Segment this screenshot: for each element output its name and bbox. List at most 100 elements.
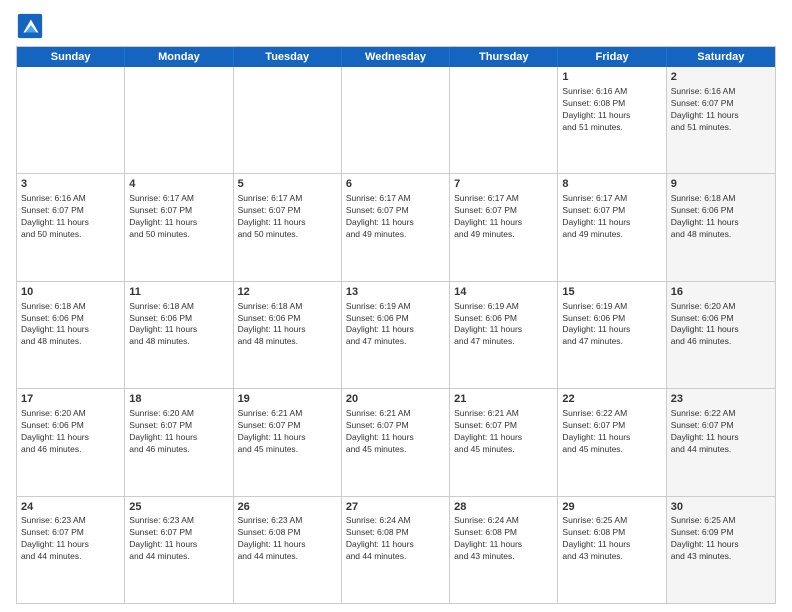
day-info: Sunrise: 6:16 AM Sunset: 6:08 PM Dayligh… bbox=[562, 86, 661, 134]
logo bbox=[16, 12, 48, 40]
calendar-row-2: 3Sunrise: 6:16 AM Sunset: 6:07 PM Daylig… bbox=[17, 173, 775, 280]
day-cell-9: 9Sunrise: 6:18 AM Sunset: 6:06 PM Daylig… bbox=[667, 174, 775, 280]
day-cell-30: 30Sunrise: 6:25 AM Sunset: 6:09 PM Dayli… bbox=[667, 497, 775, 603]
day-number: 1 bbox=[562, 70, 661, 85]
header bbox=[16, 12, 776, 40]
day-cell-3: 3Sunrise: 6:16 AM Sunset: 6:07 PM Daylig… bbox=[17, 174, 125, 280]
day-cell-16: 16Sunrise: 6:20 AM Sunset: 6:06 PM Dayli… bbox=[667, 282, 775, 388]
day-cell-empty-0-4 bbox=[450, 67, 558, 173]
calendar: SundayMondayTuesdayWednesdayThursdayFrid… bbox=[16, 46, 776, 604]
day-info: Sunrise: 6:18 AM Sunset: 6:06 PM Dayligh… bbox=[21, 301, 120, 349]
day-cell-11: 11Sunrise: 6:18 AM Sunset: 6:06 PM Dayli… bbox=[125, 282, 233, 388]
day-info: Sunrise: 6:25 AM Sunset: 6:08 PM Dayligh… bbox=[562, 515, 661, 563]
calendar-header: SundayMondayTuesdayWednesdayThursdayFrid… bbox=[17, 47, 775, 67]
day-number: 30 bbox=[671, 500, 771, 515]
day-info: Sunrise: 6:18 AM Sunset: 6:06 PM Dayligh… bbox=[238, 301, 337, 349]
day-number: 8 bbox=[562, 177, 661, 192]
day-cell-5: 5Sunrise: 6:17 AM Sunset: 6:07 PM Daylig… bbox=[234, 174, 342, 280]
calendar-row-5: 24Sunrise: 6:23 AM Sunset: 6:07 PM Dayli… bbox=[17, 496, 775, 603]
calendar-row-4: 17Sunrise: 6:20 AM Sunset: 6:06 PM Dayli… bbox=[17, 388, 775, 495]
day-info: Sunrise: 6:21 AM Sunset: 6:07 PM Dayligh… bbox=[454, 408, 553, 456]
day-info: Sunrise: 6:23 AM Sunset: 6:07 PM Dayligh… bbox=[21, 515, 120, 563]
day-info: Sunrise: 6:21 AM Sunset: 6:07 PM Dayligh… bbox=[346, 408, 445, 456]
weekday-header-monday: Monday bbox=[125, 47, 233, 67]
day-info: Sunrise: 6:17 AM Sunset: 6:07 PM Dayligh… bbox=[238, 193, 337, 241]
day-info: Sunrise: 6:22 AM Sunset: 6:07 PM Dayligh… bbox=[562, 408, 661, 456]
day-info: Sunrise: 6:18 AM Sunset: 6:06 PM Dayligh… bbox=[671, 193, 771, 241]
day-info: Sunrise: 6:20 AM Sunset: 6:06 PM Dayligh… bbox=[21, 408, 120, 456]
day-cell-15: 15Sunrise: 6:19 AM Sunset: 6:06 PM Dayli… bbox=[558, 282, 666, 388]
day-cell-1: 1Sunrise: 6:16 AM Sunset: 6:08 PM Daylig… bbox=[558, 67, 666, 173]
calendar-row-3: 10Sunrise: 6:18 AM Sunset: 6:06 PM Dayli… bbox=[17, 281, 775, 388]
day-info: Sunrise: 6:24 AM Sunset: 6:08 PM Dayligh… bbox=[346, 515, 445, 563]
calendar-row-1: 1Sunrise: 6:16 AM Sunset: 6:08 PM Daylig… bbox=[17, 67, 775, 173]
day-cell-23: 23Sunrise: 6:22 AM Sunset: 6:07 PM Dayli… bbox=[667, 389, 775, 495]
day-info: Sunrise: 6:16 AM Sunset: 6:07 PM Dayligh… bbox=[671, 86, 771, 134]
day-info: Sunrise: 6:22 AM Sunset: 6:07 PM Dayligh… bbox=[671, 408, 771, 456]
day-number: 17 bbox=[21, 392, 120, 407]
day-info: Sunrise: 6:17 AM Sunset: 6:07 PM Dayligh… bbox=[346, 193, 445, 241]
day-info: Sunrise: 6:23 AM Sunset: 6:08 PM Dayligh… bbox=[238, 515, 337, 563]
day-number: 10 bbox=[21, 285, 120, 300]
day-number: 21 bbox=[454, 392, 553, 407]
day-number: 15 bbox=[562, 285, 661, 300]
day-number: 18 bbox=[129, 392, 228, 407]
weekday-header-thursday: Thursday bbox=[450, 47, 558, 67]
day-cell-8: 8Sunrise: 6:17 AM Sunset: 6:07 PM Daylig… bbox=[558, 174, 666, 280]
day-info: Sunrise: 6:17 AM Sunset: 6:07 PM Dayligh… bbox=[129, 193, 228, 241]
day-number: 5 bbox=[238, 177, 337, 192]
day-cell-17: 17Sunrise: 6:20 AM Sunset: 6:06 PM Dayli… bbox=[17, 389, 125, 495]
day-cell-26: 26Sunrise: 6:23 AM Sunset: 6:08 PM Dayli… bbox=[234, 497, 342, 603]
page: SundayMondayTuesdayWednesdayThursdayFrid… bbox=[0, 0, 792, 612]
day-cell-13: 13Sunrise: 6:19 AM Sunset: 6:06 PM Dayli… bbox=[342, 282, 450, 388]
day-cell-22: 22Sunrise: 6:22 AM Sunset: 6:07 PM Dayli… bbox=[558, 389, 666, 495]
day-info: Sunrise: 6:19 AM Sunset: 6:06 PM Dayligh… bbox=[346, 301, 445, 349]
day-info: Sunrise: 6:18 AM Sunset: 6:06 PM Dayligh… bbox=[129, 301, 228, 349]
day-cell-7: 7Sunrise: 6:17 AM Sunset: 6:07 PM Daylig… bbox=[450, 174, 558, 280]
weekday-header-sunday: Sunday bbox=[17, 47, 125, 67]
day-cell-2: 2Sunrise: 6:16 AM Sunset: 6:07 PM Daylig… bbox=[667, 67, 775, 173]
day-cell-27: 27Sunrise: 6:24 AM Sunset: 6:08 PM Dayli… bbox=[342, 497, 450, 603]
day-cell-25: 25Sunrise: 6:23 AM Sunset: 6:07 PM Dayli… bbox=[125, 497, 233, 603]
day-info: Sunrise: 6:24 AM Sunset: 6:08 PM Dayligh… bbox=[454, 515, 553, 563]
day-cell-4: 4Sunrise: 6:17 AM Sunset: 6:07 PM Daylig… bbox=[125, 174, 233, 280]
day-cell-10: 10Sunrise: 6:18 AM Sunset: 6:06 PM Dayli… bbox=[17, 282, 125, 388]
day-number: 24 bbox=[21, 500, 120, 515]
day-info: Sunrise: 6:21 AM Sunset: 6:07 PM Dayligh… bbox=[238, 408, 337, 456]
day-cell-empty-0-3 bbox=[342, 67, 450, 173]
day-cell-empty-0-2 bbox=[234, 67, 342, 173]
day-cell-19: 19Sunrise: 6:21 AM Sunset: 6:07 PM Dayli… bbox=[234, 389, 342, 495]
day-number: 9 bbox=[671, 177, 771, 192]
day-info: Sunrise: 6:17 AM Sunset: 6:07 PM Dayligh… bbox=[562, 193, 661, 241]
day-number: 6 bbox=[346, 177, 445, 192]
day-number: 19 bbox=[238, 392, 337, 407]
day-cell-24: 24Sunrise: 6:23 AM Sunset: 6:07 PM Dayli… bbox=[17, 497, 125, 603]
day-number: 12 bbox=[238, 285, 337, 300]
day-cell-29: 29Sunrise: 6:25 AM Sunset: 6:08 PM Dayli… bbox=[558, 497, 666, 603]
day-info: Sunrise: 6:19 AM Sunset: 6:06 PM Dayligh… bbox=[454, 301, 553, 349]
day-info: Sunrise: 6:16 AM Sunset: 6:07 PM Dayligh… bbox=[21, 193, 120, 241]
day-cell-empty-0-1 bbox=[125, 67, 233, 173]
day-number: 2 bbox=[671, 70, 771, 85]
day-cell-6: 6Sunrise: 6:17 AM Sunset: 6:07 PM Daylig… bbox=[342, 174, 450, 280]
weekday-header-friday: Friday bbox=[558, 47, 666, 67]
day-number: 14 bbox=[454, 285, 553, 300]
day-cell-12: 12Sunrise: 6:18 AM Sunset: 6:06 PM Dayli… bbox=[234, 282, 342, 388]
day-number: 16 bbox=[671, 285, 771, 300]
day-number: 4 bbox=[129, 177, 228, 192]
day-number: 7 bbox=[454, 177, 553, 192]
day-info: Sunrise: 6:23 AM Sunset: 6:07 PM Dayligh… bbox=[129, 515, 228, 563]
day-number: 23 bbox=[671, 392, 771, 407]
day-number: 22 bbox=[562, 392, 661, 407]
weekday-header-tuesday: Tuesday bbox=[234, 47, 342, 67]
day-number: 27 bbox=[346, 500, 445, 515]
day-cell-18: 18Sunrise: 6:20 AM Sunset: 6:07 PM Dayli… bbox=[125, 389, 233, 495]
day-number: 20 bbox=[346, 392, 445, 407]
day-number: 29 bbox=[562, 500, 661, 515]
logo-icon bbox=[16, 12, 44, 40]
day-number: 13 bbox=[346, 285, 445, 300]
day-info: Sunrise: 6:19 AM Sunset: 6:06 PM Dayligh… bbox=[562, 301, 661, 349]
day-number: 11 bbox=[129, 285, 228, 300]
day-number: 25 bbox=[129, 500, 228, 515]
day-cell-21: 21Sunrise: 6:21 AM Sunset: 6:07 PM Dayli… bbox=[450, 389, 558, 495]
